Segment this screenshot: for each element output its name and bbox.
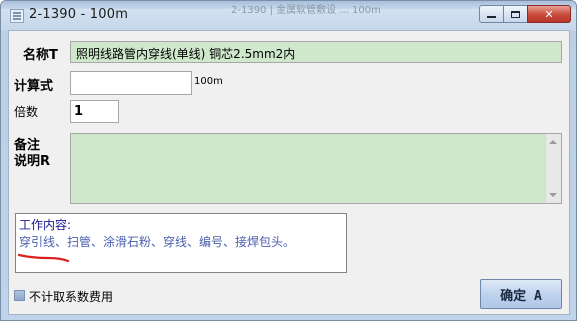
minimize-button[interactable]	[479, 5, 504, 23]
maximize-button[interactable]	[503, 5, 528, 23]
name-field[interactable]: 照明线路管内穿线(单线) 铜芯2.5mm2内	[70, 41, 562, 63]
dialog-window: 2-1390 | 金属软管敷设 ... 100m 2-1390 - 100m ✕…	[0, 0, 577, 321]
calc-label: 计算式	[14, 79, 54, 94]
multiplier-input[interactable]: 1	[70, 100, 119, 123]
calc-input[interactable]	[70, 71, 192, 95]
exclude-fee-checkbox[interactable]	[14, 290, 25, 301]
work-content-text: 穿引线、扫管、涂滑石粉、穿线、编号、接焊包头。	[19, 235, 296, 249]
ok-button[interactable]: 确定 A	[480, 279, 562, 309]
maximize-icon	[511, 10, 520, 18]
remark-label-line2: 说明R	[14, 154, 51, 169]
scroll-up-icon[interactable]	[549, 140, 557, 144]
scroll-down-icon[interactable]	[549, 193, 557, 197]
remark-textarea[interactable]	[70, 133, 562, 204]
dialog-client-area: 名称T 照明线路管内穿线(单线) 铜芯2.5mm2内 计算式 100m 倍数 1…	[8, 30, 570, 315]
close-button[interactable]: ✕	[527, 5, 571, 23]
exclude-fee-label: 不计取系数费用	[29, 290, 114, 304]
app-window-icon	[10, 9, 24, 23]
multiplier-label: 倍数	[14, 105, 39, 119]
close-icon: ✕	[544, 7, 554, 21]
red-underline-annotation	[18, 253, 70, 263]
work-content-box: 工作内容: 穿引线、扫管、涂滑石粉、穿线、编号、接焊包头。	[15, 213, 347, 273]
remark-scrollbar[interactable]	[545, 134, 561, 203]
minimize-icon	[487, 16, 496, 18]
work-content-heading: 工作内容:	[19, 218, 72, 232]
title-bar[interactable]: 2-1390 - 100m ✕	[1, 3, 576, 29]
name-label: 名称T	[23, 48, 58, 63]
window-title: 2-1390 - 100m	[29, 7, 129, 22]
calc-unit: 100m	[194, 76, 223, 87]
